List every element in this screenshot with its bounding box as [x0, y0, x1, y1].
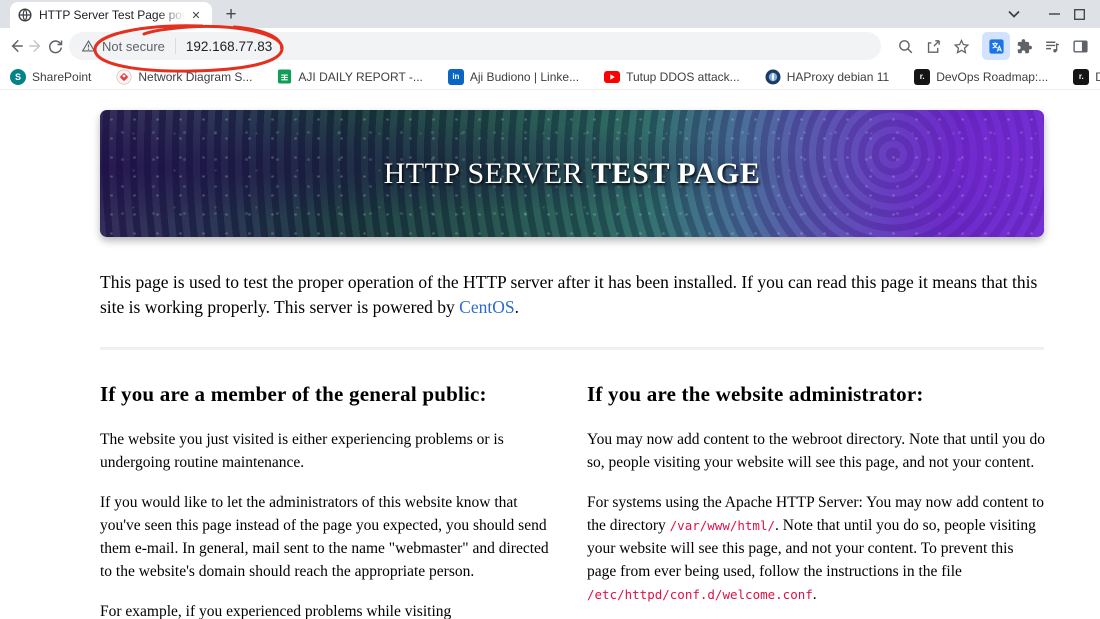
linkedin-icon: in	[447, 68, 464, 85]
tab-search-chevron-icon[interactable]	[994, 0, 1034, 28]
bookmark-youtube[interactable]: Tutup DDOS attack...	[604, 70, 740, 84]
bookmark-aji-daily-report[interactable]: AJI DAILY REPORT -...	[277, 69, 423, 84]
tab-close-icon[interactable]: ✕	[188, 7, 204, 23]
address-bar[interactable]: Not secure 192.168.77.83	[69, 32, 882, 60]
translate-extension-icon[interactable]	[982, 32, 1011, 60]
side-panel-icon[interactable]	[1066, 32, 1094, 60]
paragraph: For systems using the Apache HTTP Server…	[587, 491, 1046, 606]
sharepoint-icon: S	[10, 68, 26, 85]
minimize-button[interactable]	[1034, 0, 1074, 28]
bookmark-docker-roadmap[interactable]: r. Docker Roadmap -...	[1073, 68, 1100, 85]
general-public-heading: If you are a member of the general publi…	[100, 382, 487, 406]
search-icon[interactable]	[891, 32, 919, 60]
url-text[interactable]: 192.168.77.83	[186, 39, 272, 54]
reload-button[interactable]	[45, 32, 65, 60]
page-content: HTTP SERVER TEST PAGE This page is used …	[0, 90, 1100, 619]
maximize-button[interactable]	[1074, 0, 1100, 28]
code-path: /var/www/html/	[669, 518, 775, 533]
bookmark-label: Tutup DDOS attack...	[626, 69, 740, 84]
paragraph: For example, if you experienced problems…	[100, 603, 452, 619]
titlebar: HTTP Server Test Page powered ✕ +	[0, 0, 1100, 28]
bookmarks-bar: S SharePoint Network Diagram S... AJI DA…	[0, 64, 1100, 90]
toolbar-right	[891, 32, 1094, 60]
text-segment: .	[812, 586, 817, 603]
bookmark-label: DevOps Roadmap:...	[936, 69, 1049, 84]
browser-tab[interactable]: HTTP Server Test Page powered ✕	[10, 2, 212, 28]
share-icon[interactable]	[919, 32, 947, 60]
back-button[interactable]	[6, 32, 26, 60]
bookmark-star-icon[interactable]	[947, 32, 975, 60]
toolbar: Not secure 192.168.77.83	[0, 28, 1100, 64]
roadmap-icon: r.	[914, 68, 931, 85]
administrator-column: If you are the website administrator: Yo…	[587, 382, 1046, 619]
administrator-heading: If you are the website administrator:	[587, 382, 924, 406]
paragraph: You may now add content to the webroot d…	[587, 431, 1046, 471]
two-column-section: If you are a member of the general publi…	[100, 382, 1046, 619]
bookmark-linkedin[interactable]: in Aji Budiono | Linke...	[447, 68, 580, 85]
centos-link[interactable]: CentOS	[459, 297, 514, 317]
divider-rule	[100, 347, 1044, 350]
not-secure-chip[interactable]: Not secure	[81, 39, 165, 54]
bookmark-devops-roadmap[interactable]: r. DevOps Roadmap:...	[914, 68, 1049, 85]
bookmark-sharepoint[interactable]: S SharePoint	[10, 68, 92, 85]
intro-paragraph: This page is used to test the proper ope…	[100, 270, 1044, 320]
roadmap-icon: r.	[1073, 68, 1090, 85]
omnibox-separator	[174, 38, 176, 54]
diagram-icon	[116, 68, 132, 85]
bookmark-label: AJI DAILY REPORT -...	[298, 69, 423, 84]
bookmark-network-diagram[interactable]: Network Diagram S...	[116, 68, 253, 85]
new-tab-button[interactable]: +	[218, 2, 244, 28]
intro-period: .	[514, 297, 519, 317]
general-public-column: If you are a member of the general publi…	[100, 382, 559, 619]
bookmark-label: Network Diagram S...	[138, 69, 253, 84]
paragraph: If you would like to let the administrat…	[100, 494, 549, 580]
code-path: /etc/httpd/conf.d/welcome.conf	[587, 587, 813, 602]
bookmark-haproxy[interactable]: HAProxy debian 11	[765, 69, 890, 85]
security-label: Not secure	[102, 38, 165, 54]
bookmark-label: SharePoint	[32, 69, 92, 84]
test-page-banner: HTTP SERVER TEST PAGE	[100, 110, 1044, 237]
bookmark-label: Aji Budiono | Linke...	[469, 69, 580, 84]
intro-text: This page is used to test the proper ope…	[100, 272, 1038, 317]
google-sheets-icon	[278, 69, 292, 84]
browser-chrome: HTTP Server Test Page powered ✕ +	[0, 0, 1100, 90]
bookmark-label: HAProxy debian 11	[786, 69, 890, 84]
bookmark-label: Docker Roadmap -...	[1095, 69, 1100, 84]
forward-button[interactable]	[26, 32, 46, 60]
warning-triangle-icon	[81, 39, 96, 52]
paragraph: The website you just visited is either e…	[100, 431, 504, 471]
globe-favicon-icon	[18, 8, 32, 22]
youtube-icon	[604, 70, 621, 83]
extensions-puzzle-icon[interactable]	[1010, 32, 1038, 60]
window-controls	[994, 0, 1100, 28]
playlist-music-icon[interactable]	[1038, 32, 1066, 60]
page-title: HTTP SERVER TEST PAGE	[383, 156, 761, 190]
haproxy-icon	[765, 69, 781, 84]
tab-title: HTTP Server Test Page powered	[39, 8, 188, 22]
